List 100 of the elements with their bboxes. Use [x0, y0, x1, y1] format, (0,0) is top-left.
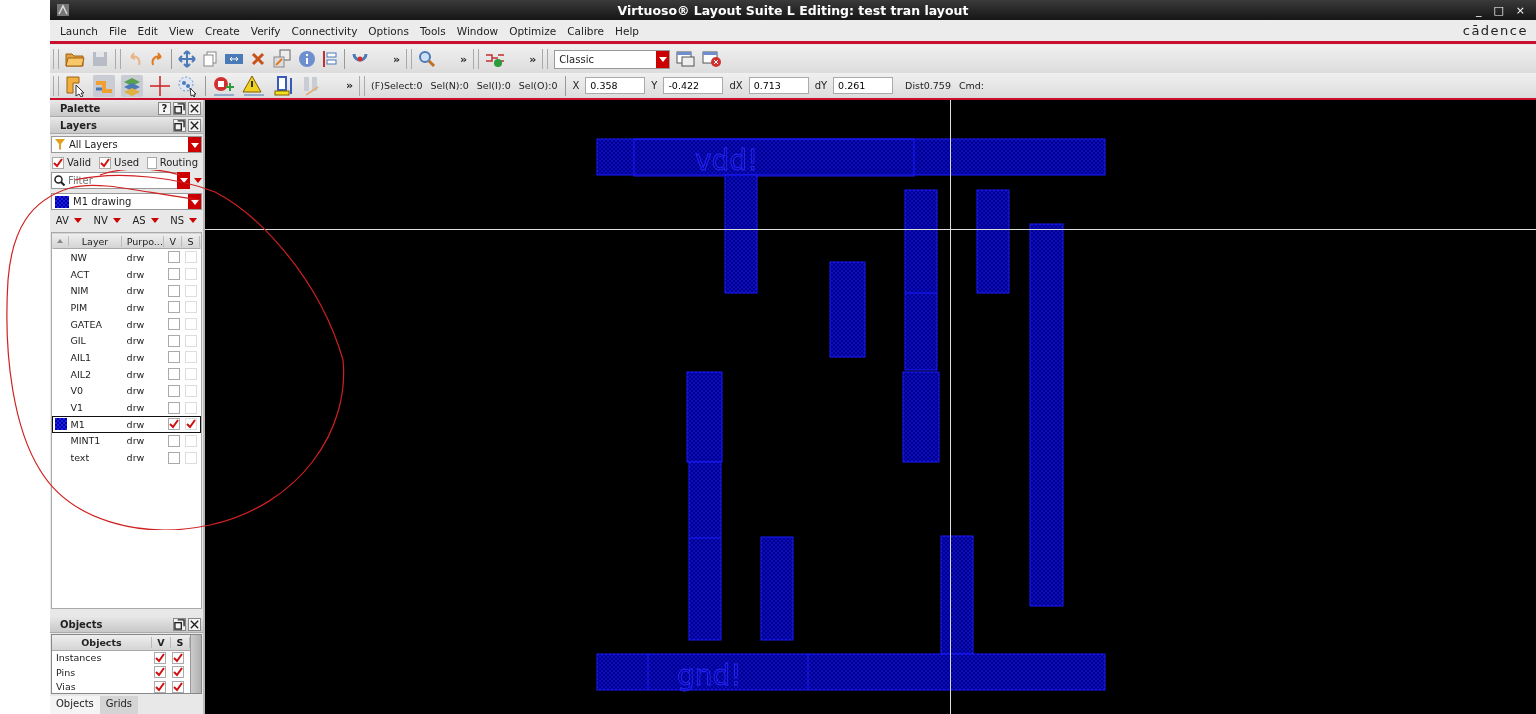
checkbox[interactable]: [172, 680, 184, 693]
tab[interactable]: Grids: [99, 696, 138, 714]
layer-row[interactable]: ACT drw: [52, 265, 201, 283]
checkbox[interactable]: [167, 268, 180, 281]
scrollbar[interactable]: [190, 635, 201, 693]
route-icon[interactable]: [93, 74, 115, 97]
stop-icon[interactable]: [212, 74, 236, 97]
tree-item[interactable]: Vias: [52, 681, 151, 693]
column-header[interactable]: Objects: [52, 636, 152, 648]
visibility-menu[interactable]: AS: [132, 214, 159, 227]
layer-row[interactable]: MINT1 drw: [52, 432, 201, 450]
menu-item[interactable]: Tools: [419, 24, 446, 37]
help-button[interactable]: ?: [158, 102, 171, 115]
checkbox[interactable]: [167, 451, 180, 464]
overflow-button[interactable]: »: [460, 52, 468, 66]
checkbox[interactable]: [167, 351, 180, 364]
menu-item[interactable]: Window: [456, 24, 499, 37]
close-icon[interactable]: [188, 119, 201, 132]
copy-to-icon[interactable]: [272, 49, 292, 69]
warning-icon[interactable]: [242, 74, 266, 97]
layer-row[interactable]: AIL2 drw: [52, 365, 201, 383]
info-icon[interactable]: [298, 50, 316, 68]
checkbox[interactable]: [167, 251, 180, 264]
coordinate-field[interactable]: 0.358: [585, 77, 646, 94]
close-button[interactable]: ×: [1512, 3, 1528, 17]
menu-item[interactable]: Launch: [60, 24, 99, 37]
visibility-menu[interactable]: NV: [93, 214, 121, 227]
layer-row[interactable]: AIL1 drw: [52, 349, 201, 366]
crosshair-icon[interactable]: [149, 74, 171, 97]
coordinate-field[interactable]: -0.422: [663, 77, 724, 94]
menu-item[interactable]: View: [168, 24, 194, 37]
layer-row[interactable]: GATEA drw: [52, 315, 201, 333]
copy-icon[interactable]: [202, 50, 218, 68]
tree-item[interactable]: Pins: [52, 666, 151, 678]
delete-icon[interactable]: [250, 51, 266, 67]
visibility-menu[interactable]: AV: [55, 214, 82, 227]
layer-row[interactable]: text drw: [52, 449, 201, 466]
menu-item[interactable]: Verify: [250, 24, 281, 37]
checkbox[interactable]: [52, 156, 64, 169]
menu-item[interactable]: Help: [615, 24, 639, 37]
layer-row[interactable]: V0 drw: [52, 382, 201, 400]
open-folder-icon[interactable]: [65, 50, 85, 68]
checkbox[interactable]: [167, 401, 180, 414]
view-dropdown[interactable]: Classic: [554, 49, 671, 69]
checkbox[interactable]: [147, 156, 157, 169]
close-icon[interactable]: [188, 618, 201, 631]
checkbox[interactable]: [167, 301, 180, 314]
undock-icon[interactable]: [173, 119, 186, 132]
checkbox[interactable]: [167, 434, 180, 447]
checkbox[interactable]: [167, 384, 180, 397]
minimize-button[interactable]: _: [1472, 3, 1485, 17]
checkbox[interactable]: [167, 418, 180, 431]
undock-icon[interactable]: [173, 618, 186, 631]
column-header[interactable]: Layer: [68, 235, 123, 247]
current-layer-dropdown[interactable]: M1 drawing: [51, 193, 202, 210]
layer-filter-dropdown[interactable]: All Layers: [51, 136, 202, 153]
coordinate-field[interactable]: 0.261: [833, 77, 894, 94]
checkbox[interactable]: [154, 666, 166, 679]
close-icon[interactable]: [188, 102, 201, 115]
redo-icon[interactable]: [149, 50, 165, 68]
undock-icon[interactable]: [173, 102, 186, 115]
move-icon[interactable]: [178, 50, 196, 68]
column-header[interactable]: V: [164, 235, 183, 247]
menu-item[interactable]: File: [109, 24, 127, 37]
tab[interactable]: Objects: [50, 696, 100, 714]
menu-item[interactable]: Create: [204, 24, 240, 37]
align-icon[interactable]: [322, 50, 338, 68]
menu-item[interactable]: Options: [368, 24, 409, 37]
marker-icon[interactable]: [272, 74, 294, 97]
overflow-button[interactable]: »: [529, 52, 537, 66]
select-icon[interactable]: [65, 74, 87, 97]
layer-row[interactable]: M1 drw: [52, 415, 201, 433]
checkbox[interactable]: [167, 284, 180, 297]
zoom-icon[interactable]: [418, 50, 437, 68]
menu-item[interactable]: Optimize: [509, 24, 557, 37]
checkbox[interactable]: [154, 680, 166, 693]
checkbox[interactable]: [172, 651, 184, 664]
checkbox[interactable]: [167, 334, 180, 347]
column-header[interactable]: S: [182, 235, 200, 247]
layer-row[interactable]: NIM drw: [52, 282, 201, 300]
tree-item[interactable]: Instances: [52, 652, 151, 664]
column-header[interactable]: V: [152, 636, 171, 648]
visibility-menu[interactable]: NS: [170, 214, 198, 227]
overflow-button[interactable]: »: [346, 79, 354, 92]
close-window-icon[interactable]: [702, 50, 723, 68]
layer-row[interactable]: PIM drw: [52, 299, 201, 316]
column-header[interactable]: Purpo...: [122, 235, 165, 247]
menu-item[interactable]: Calibre: [567, 24, 605, 37]
overflow-button[interactable]: »: [393, 52, 401, 66]
menu-item[interactable]: Edit: [137, 24, 158, 37]
checkbox[interactable]: [99, 156, 112, 169]
checkbox[interactable]: [154, 651, 166, 664]
layer-row[interactable]: NW drw: [52, 249, 201, 266]
layer-row[interactable]: V1 drw: [52, 399, 201, 416]
checkbox[interactable]: [167, 368, 180, 381]
checkbox[interactable]: [167, 318, 180, 331]
stretch-icon[interactable]: [224, 51, 244, 67]
window-icon[interactable]: [676, 50, 697, 68]
coordinate-field[interactable]: 0.713: [748, 77, 809, 94]
menu-item[interactable]: Connectivity: [291, 24, 358, 37]
